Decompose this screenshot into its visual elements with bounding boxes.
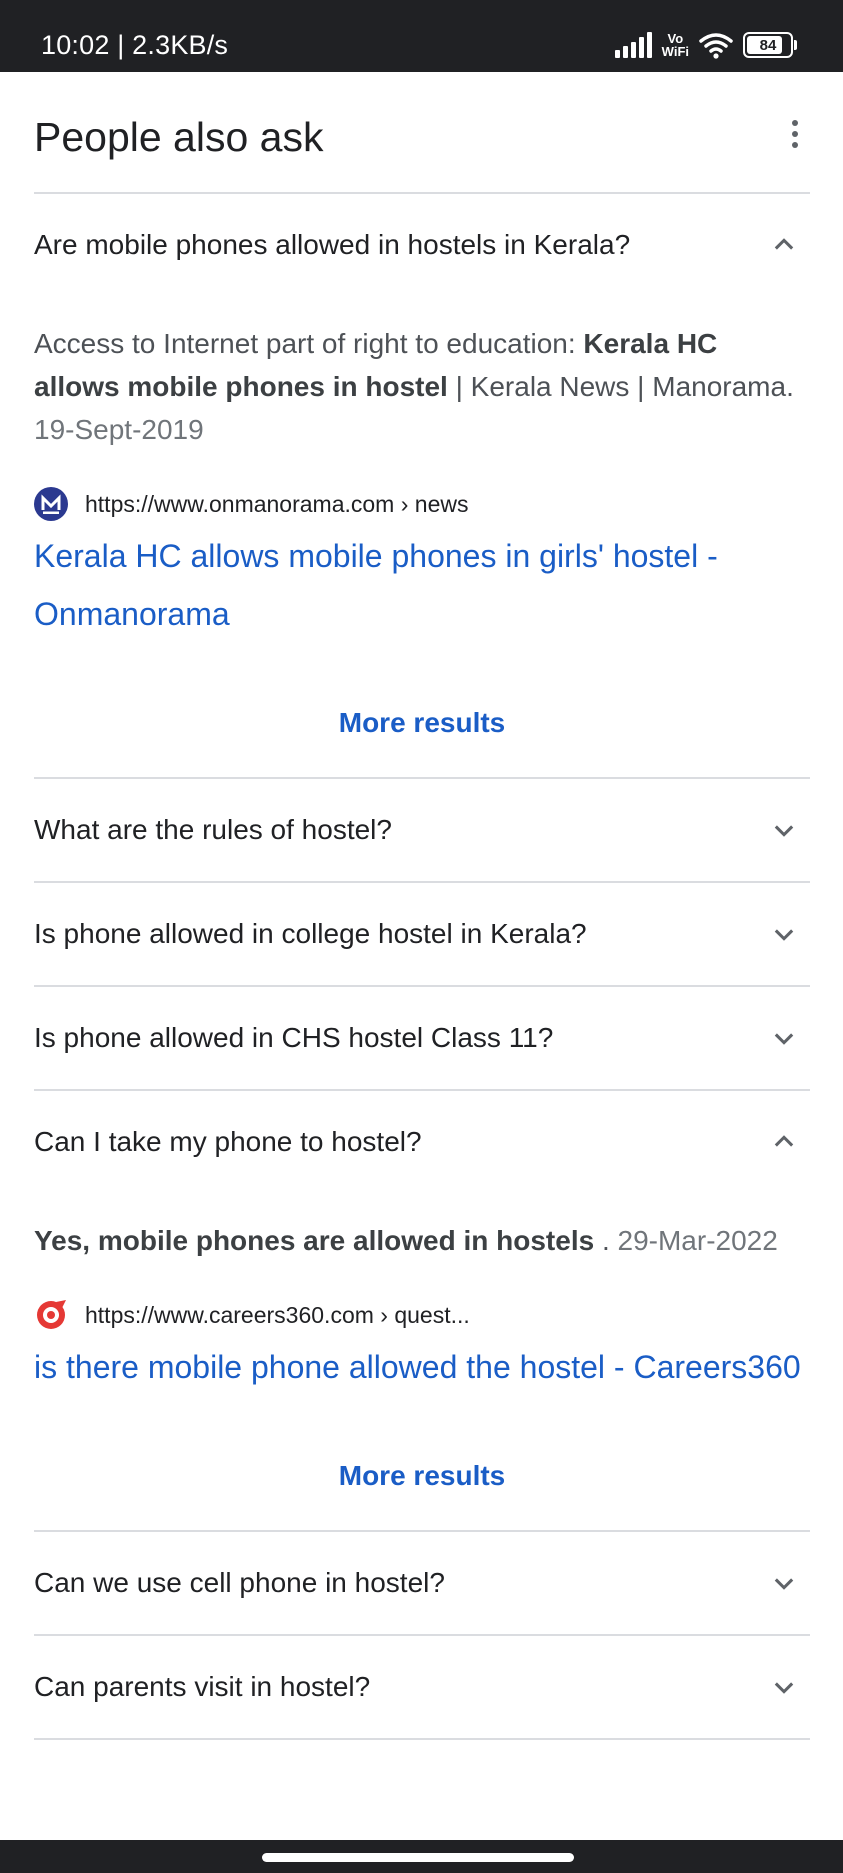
source-url: https://www.careers360.com › quest...	[85, 1301, 470, 1328]
answer-panel: Yes, mobile phones are allowed in hostel…	[34, 1219, 810, 1510]
question-toggle[interactable]: Can we use cell phone in hostel?	[34, 1532, 810, 1634]
question-text: Is phone allowed in CHS hostel Class 11?	[34, 1022, 554, 1053]
snippet-date: 19-Sept-2019	[34, 414, 204, 445]
answer-snippet: Yes, mobile phones are allowed in hostel…	[34, 1219, 810, 1262]
question-toggle[interactable]: What are the rules of hostel?	[34, 779, 810, 881]
careers360-logo-icon	[34, 1298, 68, 1332]
question-text: Are mobile phones allowed in hostels in …	[34, 229, 631, 260]
more-results-button[interactable]: More results	[34, 689, 810, 757]
home-gesture-handle[interactable]	[262, 1853, 574, 1862]
chevron-up-icon	[774, 1135, 794, 1147]
result-link[interactable]: Kerala HC allows mobile phones in girls'…	[34, 527, 810, 643]
answer-snippet: Access to Internet part of right to educ…	[34, 322, 810, 451]
question-toggle[interactable]: Is phone allowed in college hostel in Ke…	[34, 883, 810, 985]
source-row[interactable]: https://www.onmanorama.com › news	[34, 487, 810, 521]
answer-panel: Access to Internet part of right to educ…	[34, 322, 810, 757]
source-url: https://www.onmanorama.com › news	[85, 490, 469, 517]
question-text: Can parents visit in hostel?	[34, 1671, 371, 1702]
panel-header: People also ask	[0, 72, 843, 192]
question-text: Is phone allowed in college hostel in Ke…	[34, 918, 587, 949]
battery-level: 84	[759, 36, 777, 54]
divider	[34, 1738, 810, 1740]
result-link[interactable]: is there mobile phone allowed the hostel…	[34, 1338, 810, 1396]
chevron-up-icon	[774, 238, 794, 250]
status-bar: 10:02 | 2.3KB/s Vo WiFi 84	[0, 0, 843, 72]
source-row[interactable]: https://www.careers360.com › quest...	[34, 1298, 810, 1332]
snippet-text: .	[594, 1225, 610, 1256]
question-text: Can we use cell phone in hostel?	[34, 1567, 445, 1598]
chevron-down-icon	[774, 929, 794, 941]
wifi-icon	[699, 33, 733, 59]
chevron-down-icon	[774, 1578, 794, 1590]
people-also-ask-panel: People also ask Are mobile phones allowe…	[0, 72, 843, 1740]
question-text: What are the rules of hostel?	[34, 814, 392, 845]
vowifi-icon: Vo WiFi	[661, 31, 689, 59]
question-text: Can I take my phone to hostel?	[34, 1126, 422, 1157]
signal-icon	[614, 32, 652, 58]
battery-icon: 84	[743, 32, 797, 58]
question-toggle[interactable]: Is phone allowed in CHS hostel Class 11?	[34, 987, 810, 1089]
chevron-down-icon	[774, 1682, 794, 1694]
status-icons: Vo WiFi 84	[614, 28, 797, 62]
question-toggle[interactable]: Are mobile phones allowed in hostels in …	[34, 194, 810, 296]
onmanorama-logo-icon	[34, 487, 68, 521]
section-title: People also ask	[34, 114, 324, 160]
question-toggle[interactable]: Can I take my phone to hostel?	[34, 1091, 810, 1193]
more-vertical-icon[interactable]	[790, 120, 800, 148]
snippet-text: Access to Internet part of right to educ…	[34, 328, 584, 359]
chevron-down-icon	[774, 825, 794, 837]
snippet-date: 29-Mar-2022	[617, 1225, 778, 1256]
snippet-text: | Kerala News | Manorama.	[447, 371, 794, 402]
snippet-highlight: Yes, mobile phones are allowed in hostel…	[34, 1225, 595, 1256]
question-toggle[interactable]: Can parents visit in hostel?	[34, 1636, 810, 1738]
status-time-speed: 10:02 | 2.3KB/s	[41, 30, 229, 60]
chevron-down-icon	[774, 1033, 794, 1045]
navigation-bar	[0, 1840, 843, 1873]
more-results-button[interactable]: More results	[34, 1442, 810, 1510]
